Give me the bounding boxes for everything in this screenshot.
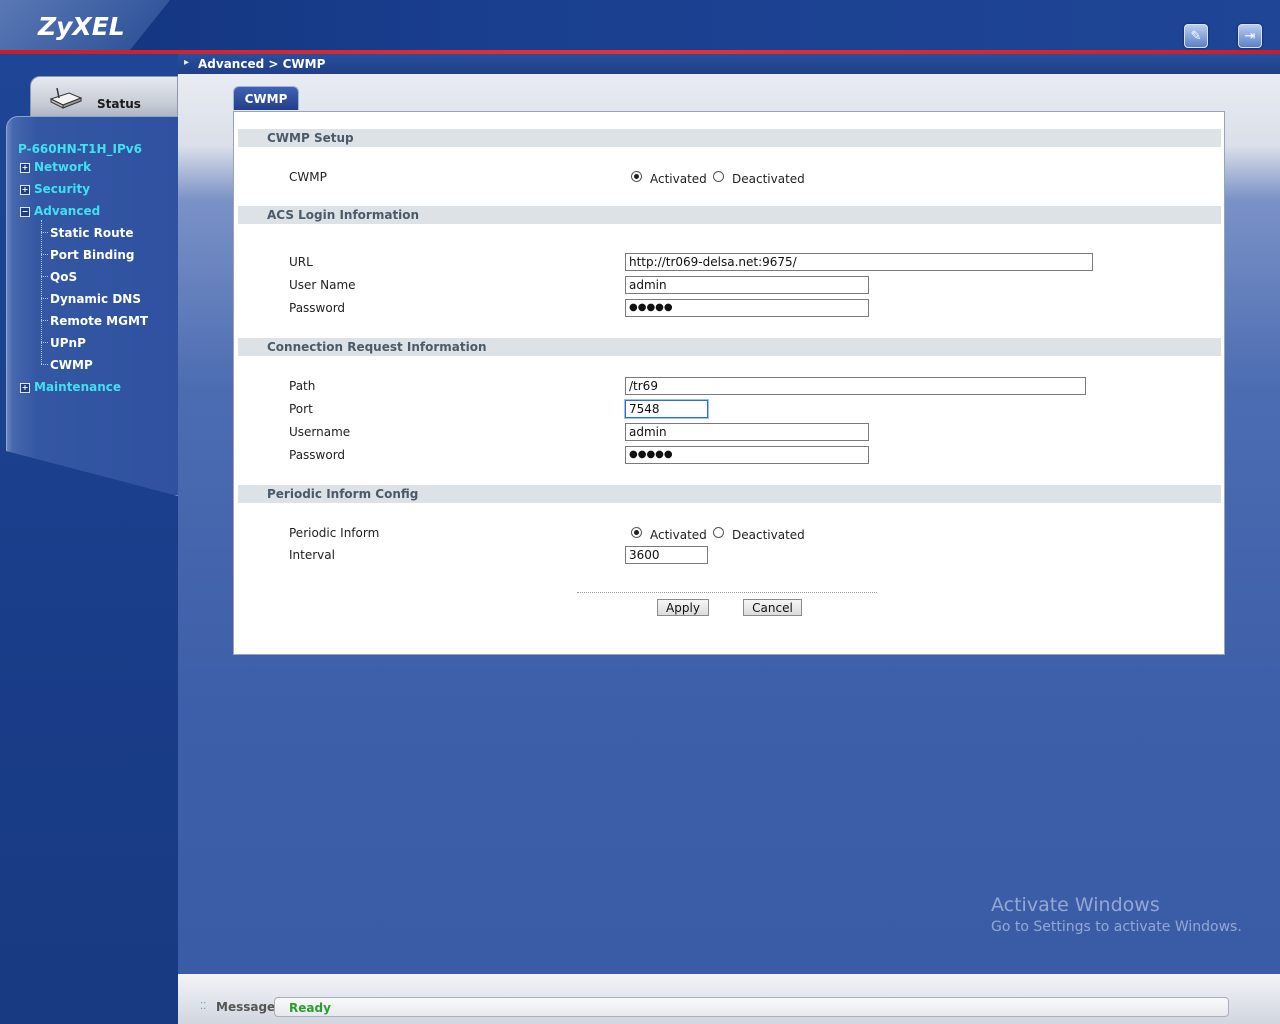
top-header: ZyXEL ✎ ⇥: [0, 0, 1280, 50]
tree-tick: [41, 320, 48, 321]
sidebar-item-dynamic-dns[interactable]: Dynamic DNS: [50, 292, 141, 306]
cwmp-activated-radio[interactable]: [631, 171, 642, 182]
breadcrumb: Advanced > CWMP: [198, 57, 326, 71]
wizard-icon[interactable]: ✎: [1184, 24, 1208, 48]
tab-cwmp[interactable]: CWMP: [233, 86, 299, 110]
sidebar-item-label: Security: [34, 182, 91, 196]
message-label: Message: [216, 1000, 276, 1014]
periodic-deactivated-radio[interactable]: [713, 527, 724, 538]
sidebar-item-qos[interactable]: QoS: [50, 270, 77, 284]
section-acs-login: ACS Login Information: [238, 206, 1221, 224]
acs-password-label: Password: [289, 301, 346, 315]
sidebar-item-label: Maintenance: [34, 380, 122, 394]
conn-password-input[interactable]: ●●●●●: [625, 446, 869, 464]
acs-username-label: User Name: [289, 278, 356, 292]
interval-input[interactable]: 3600: [625, 546, 708, 564]
device-name: P-660HN-T1H_IPv6: [18, 142, 142, 156]
periodic-deactivated-label: Deactivated: [732, 528, 805, 542]
conn-path-input[interactable]: /tr69: [625, 377, 1086, 395]
sidebar-item-security[interactable]: + Security: [20, 182, 90, 196]
sidebar-item-network[interactable]: + Network: [20, 160, 91, 174]
expand-icon[interactable]: +: [20, 185, 30, 195]
periodic-inform-label: Periodic Inform: [289, 526, 380, 540]
cwmp-deactivated-label: Deactivated: [732, 172, 805, 186]
cwmp-deactivated-radio[interactable]: [713, 171, 724, 182]
breadcrumb-bar: ▸ Advanced > CWMP: [178, 54, 1280, 74]
tree-tick: [41, 232, 48, 233]
status-tab-label: Status: [97, 97, 141, 111]
tree-tick: [41, 276, 48, 277]
conn-username-label: Username: [289, 425, 351, 439]
sidebar: Status P-660HN-T1H_IPv6 + Network + Securi…: [0, 54, 178, 1024]
section-connection-request: Connection Request Information: [238, 338, 1221, 356]
sidebar-item-label: Network: [34, 160, 92, 174]
grip-icon: ⁚⁚: [200, 1001, 207, 1012]
interval-label: Interval: [289, 548, 335, 562]
apply-button[interactable]: Apply: [657, 599, 709, 616]
tree-tick: [41, 364, 48, 365]
conn-path-label: Path: [289, 379, 316, 393]
cwmp-form-panel: CWMP Setup CWMP Activated Deactivated AC…: [233, 111, 1225, 655]
message-text: Ready: [289, 1001, 331, 1015]
sidebar-item-upnp[interactable]: UPnP: [50, 336, 86, 350]
acs-password-input[interactable]: ●●●●●: [625, 299, 869, 317]
sidebar-item-label: Advanced: [34, 204, 101, 218]
logout-icon[interactable]: ⇥: [1238, 24, 1262, 48]
router-icon: [49, 87, 83, 109]
status-bar: ⁚⁚ Message Ready: [178, 974, 1280, 1024]
periodic-activated-label: Activated: [650, 528, 707, 542]
activation-watermark-subtitle: Go to Settings to activate Windows.: [991, 919, 1242, 935]
message-box: Ready: [274, 997, 1229, 1017]
acs-username-input[interactable]: admin: [625, 276, 869, 294]
tree-tick: [41, 254, 48, 255]
activation-watermark-title: Activate Windows: [991, 894, 1160, 916]
sidebar-item-static-route[interactable]: Static Route: [50, 226, 134, 240]
conn-port-label: Port: [289, 402, 313, 416]
breadcrumb-arrow-icon: ▸: [184, 57, 190, 68]
acs-url-input[interactable]: http://tr069-delsa.net:9675/: [625, 253, 1093, 271]
conn-port-input[interactable]: 7548: [624, 399, 709, 419]
button-separator: [577, 592, 877, 593]
sidebar-item-advanced[interactable]: − Advanced: [20, 204, 100, 218]
sidebar-item-remote-mgmt[interactable]: Remote MGMT: [50, 314, 148, 328]
section-periodic-inform: Periodic Inform Config: [238, 485, 1221, 503]
expand-icon[interactable]: +: [20, 383, 30, 393]
periodic-activated-radio[interactable]: [631, 527, 642, 538]
acs-url-label: URL: [289, 255, 313, 269]
section-cwmp-setup: CWMP Setup: [238, 129, 1221, 147]
tree-tick: [41, 342, 48, 343]
collapse-icon[interactable]: −: [20, 207, 30, 217]
expand-icon[interactable]: +: [20, 163, 30, 173]
cwmp-activated-label: Activated: [650, 172, 707, 186]
zyxel-logo: ZyXEL: [38, 12, 125, 41]
sidebar-item-cwmp[interactable]: CWMP: [50, 358, 93, 372]
conn-password-label: Password: [289, 448, 346, 462]
tree-tick: [41, 298, 48, 299]
cwmp-label: CWMP: [289, 170, 327, 184]
sidebar-item-port-binding[interactable]: Port Binding: [50, 248, 135, 262]
sidebar-item-maintenance[interactable]: + Maintenance: [20, 380, 121, 394]
cancel-button[interactable]: Cancel: [743, 599, 802, 616]
conn-username-input[interactable]: admin: [625, 423, 869, 441]
